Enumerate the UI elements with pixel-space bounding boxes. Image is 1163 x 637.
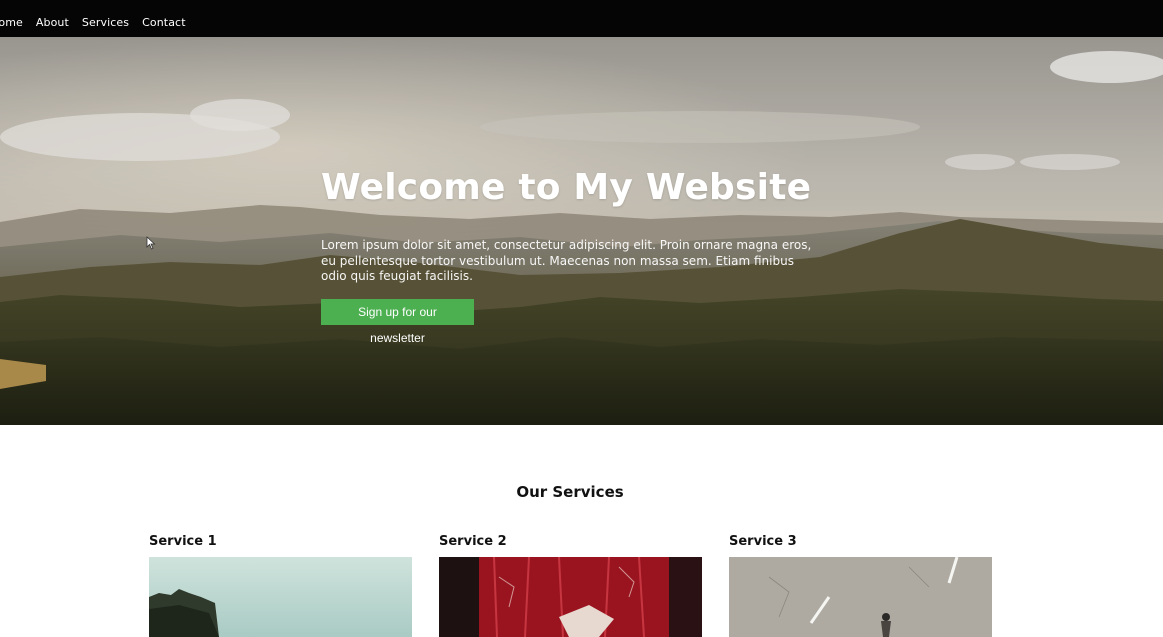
nav-link-home[interactable]: Home xyxy=(0,16,23,29)
nav-item-about: About xyxy=(36,11,69,30)
hero-content: Welcome to My Website Lorem ipsum dolor … xyxy=(321,162,821,346)
services-heading: Our Services xyxy=(516,483,624,501)
nav-link-about[interactable]: About xyxy=(36,16,69,29)
service-image xyxy=(439,557,702,637)
service-title: Service 2 xyxy=(439,534,507,549)
nav-link-services[interactable]: Services xyxy=(82,16,129,29)
service-image xyxy=(149,557,412,637)
hero-title: Welcome to My Website xyxy=(321,167,812,208)
service-title: Service 3 xyxy=(729,534,797,549)
nav-list: Home About Services Contact xyxy=(0,11,186,30)
nav-item-services: Services xyxy=(82,11,129,30)
hero-section: Welcome to My Website Lorem ipsum dolor … xyxy=(0,37,1163,425)
nav-item-home: Home xyxy=(0,11,23,30)
nav-item-contact: Contact xyxy=(142,11,186,30)
newsletter-signup-button[interactable]: Sign up for our newsletter xyxy=(321,298,474,345)
mouse-cursor-icon xyxy=(146,236,156,250)
service-title: Service 1 xyxy=(149,534,217,549)
hero-description: Lorem ipsum dolor sit amet, consectetur … xyxy=(321,238,812,283)
service-image xyxy=(729,557,992,637)
nav-link-contact[interactable]: Contact xyxy=(142,16,186,29)
top-navbar: Home About Services Contact xyxy=(0,0,1163,37)
